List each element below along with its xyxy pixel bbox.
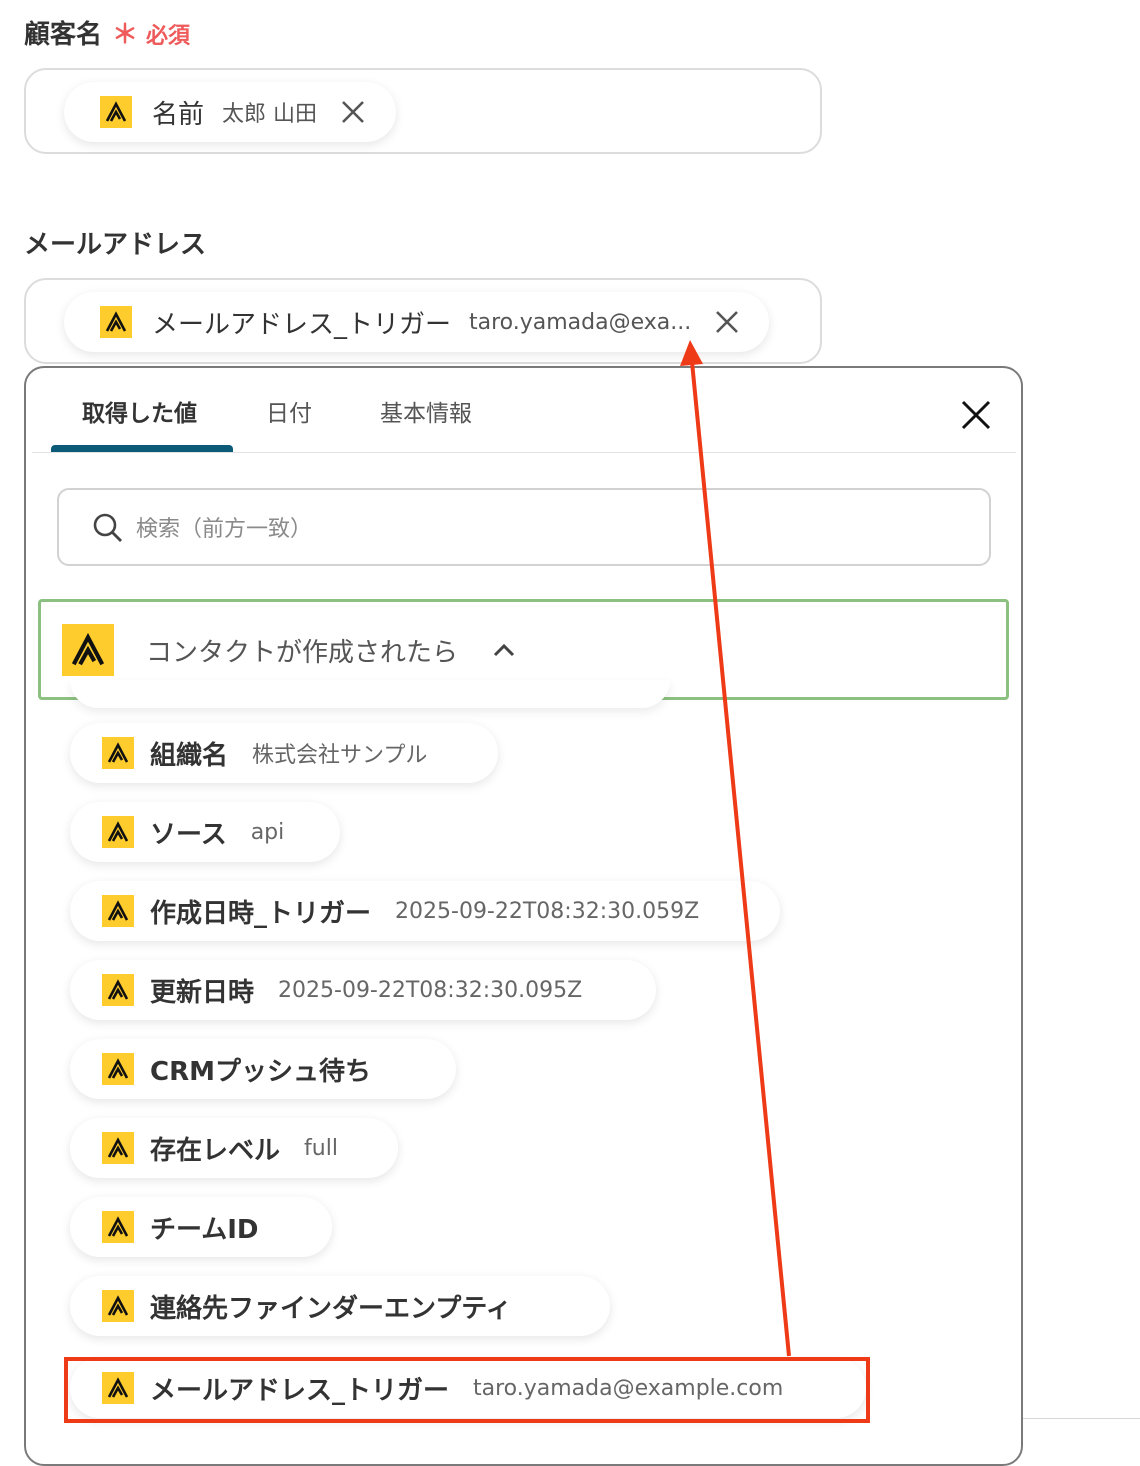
list-item[interactable]: ソース api <box>70 802 340 862</box>
list-item[interactable]: チームID <box>70 1197 332 1257</box>
list-item-value: 株式会社サンプル <box>252 743 428 768</box>
tab-basic-info[interactable]: 基本情報 <box>380 394 472 428</box>
list-item-key: ソース <box>150 819 227 850</box>
customer-name-pill[interactable]: 名前 太郎 山田 <box>64 82 396 142</box>
tab-divider <box>32 452 1016 453</box>
list-item[interactable]: 作成日時_トリガー 2025-09-22T08:32:30.059Z <box>70 881 780 941</box>
list-item-key: 更新日時 <box>150 977 255 1008</box>
list-item-key: CRMプッシュ待ち <box>150 1056 371 1087</box>
email-pill-value: taro.yamada@exa... <box>469 309 692 335</box>
list-item[interactable]: 組織名 株式会社サンプル <box>70 723 498 783</box>
list-item[interactable]: CRMプッシュ待ち <box>70 1039 456 1099</box>
active-tab-indicator <box>51 445 233 452</box>
email-pill[interactable]: メールアドレス_トリガー taro.yamada@exa... <box>64 292 769 352</box>
app-logo-icon <box>100 306 132 338</box>
chevron-up-icon[interactable] <box>492 640 516 660</box>
search-icon <box>92 512 124 544</box>
list-item-key: 組織名 <box>150 740 229 771</box>
list-item[interactable]: 連絡先ファインダーエンプティ <box>70 1276 610 1336</box>
list-item-value: 2025-09-22T08:32:30.095Z <box>278 977 583 1003</box>
list-item[interactable]: 更新日時 2025-09-22T08:32:30.095Z <box>70 960 656 1020</box>
app-logo-icon <box>102 1053 134 1085</box>
list-item-key: メールアドレス_トリガー <box>150 1375 450 1406</box>
tab-date[interactable]: 日付 <box>266 394 312 428</box>
app-logo-icon <box>102 1211 134 1243</box>
group-title: コンタクトが作成されたら <box>146 638 459 668</box>
customer-name-label-text: 顧客名 <box>24 20 103 50</box>
app-logo-icon <box>62 624 114 676</box>
list-item-key: 作成日時_トリガー <box>150 898 372 929</box>
app-logo-icon <box>102 816 134 848</box>
list-item[interactable]: 存在レベル full <box>70 1118 398 1178</box>
list-item-key: チームID <box>150 1214 259 1245</box>
divider-line <box>1023 1418 1140 1419</box>
app-logo-icon <box>100 96 132 128</box>
required-mark: ＊ <box>112 20 139 50</box>
tab-acquired-values[interactable]: 取得した値 <box>82 394 197 428</box>
list-item-key: 連絡先ファインダーエンプティ <box>150 1293 512 1324</box>
list-item[interactable]: メールアドレス_トリガー taro.yamada@example.com <box>70 1358 866 1418</box>
app-logo-icon <box>102 737 134 769</box>
app-logo-icon <box>102 974 134 1006</box>
app-logo-icon <box>102 895 134 927</box>
list-item-key: 存在レベル <box>150 1135 281 1166</box>
app-logo-icon <box>102 1290 134 1322</box>
customer-name-pill-value: 太郎 山田 <box>222 102 318 127</box>
email-label: メールアドレス <box>24 230 207 260</box>
customer-name-label: 顧客名 ＊ 必須 <box>24 14 190 51</box>
list-item-value: taro.yamada@example.com <box>473 1375 784 1401</box>
email-pill-key: メールアドレス_トリガー <box>152 309 452 340</box>
remove-email-icon[interactable] <box>713 308 741 336</box>
search-input[interactable] <box>134 508 938 550</box>
list-item-partial <box>70 680 670 708</box>
remove-customer-name-icon[interactable] <box>339 98 367 126</box>
list-item-value: api <box>250 819 285 845</box>
list-item-value: full <box>304 1135 338 1161</box>
app-logo-icon <box>102 1372 134 1404</box>
required-text: 必須 <box>146 24 191 49</box>
app-logo-icon <box>102 1132 134 1164</box>
list-item-value: 2025-09-22T08:32:30.059Z <box>395 898 700 924</box>
close-panel-icon[interactable] <box>960 399 992 431</box>
customer-name-pill-key: 名前 <box>152 99 205 130</box>
